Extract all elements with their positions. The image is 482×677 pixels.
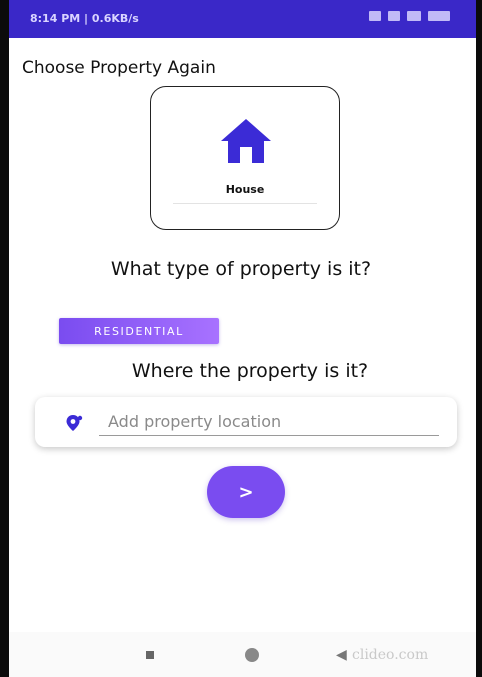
house-icon [221,119,271,163]
battery-icon [428,11,450,21]
status-bar: 8:14 PM | 0.6KB/s [9,0,476,38]
wifi-icon [388,11,400,21]
property-card-label: House [225,183,265,196]
screen-edge-left [0,0,9,677]
back-icon[interactable]: ◀ [336,647,347,663]
watermark: clideo.com [352,647,429,663]
property-card-house[interactable]: House [150,86,340,230]
next-button[interactable]: > [207,466,285,518]
residential-chip[interactable]: RESIDENTIAL [59,318,219,344]
location-underline [99,435,439,436]
property-location-question: Where the property is it? [131,360,369,382]
status-time: 8:14 PM | 0.6KB/s [30,12,139,25]
network-icon [407,11,421,21]
location-pin-icon [66,415,83,431]
signal-icon [369,11,381,21]
screen-edge-right [476,0,482,677]
status-icons [369,11,450,21]
android-nav-bar: ◀ clideo.com [9,632,476,677]
home-icon[interactable] [245,648,259,662]
choose-property-label[interactable]: Choose Property Again [22,58,216,78]
card-divider [173,203,317,204]
recents-icon[interactable] [146,651,154,659]
location-input[interactable]: Add property location [108,412,281,431]
location-field[interactable]: Add property location [35,397,457,447]
property-type-question: What type of property is it? [110,258,372,280]
